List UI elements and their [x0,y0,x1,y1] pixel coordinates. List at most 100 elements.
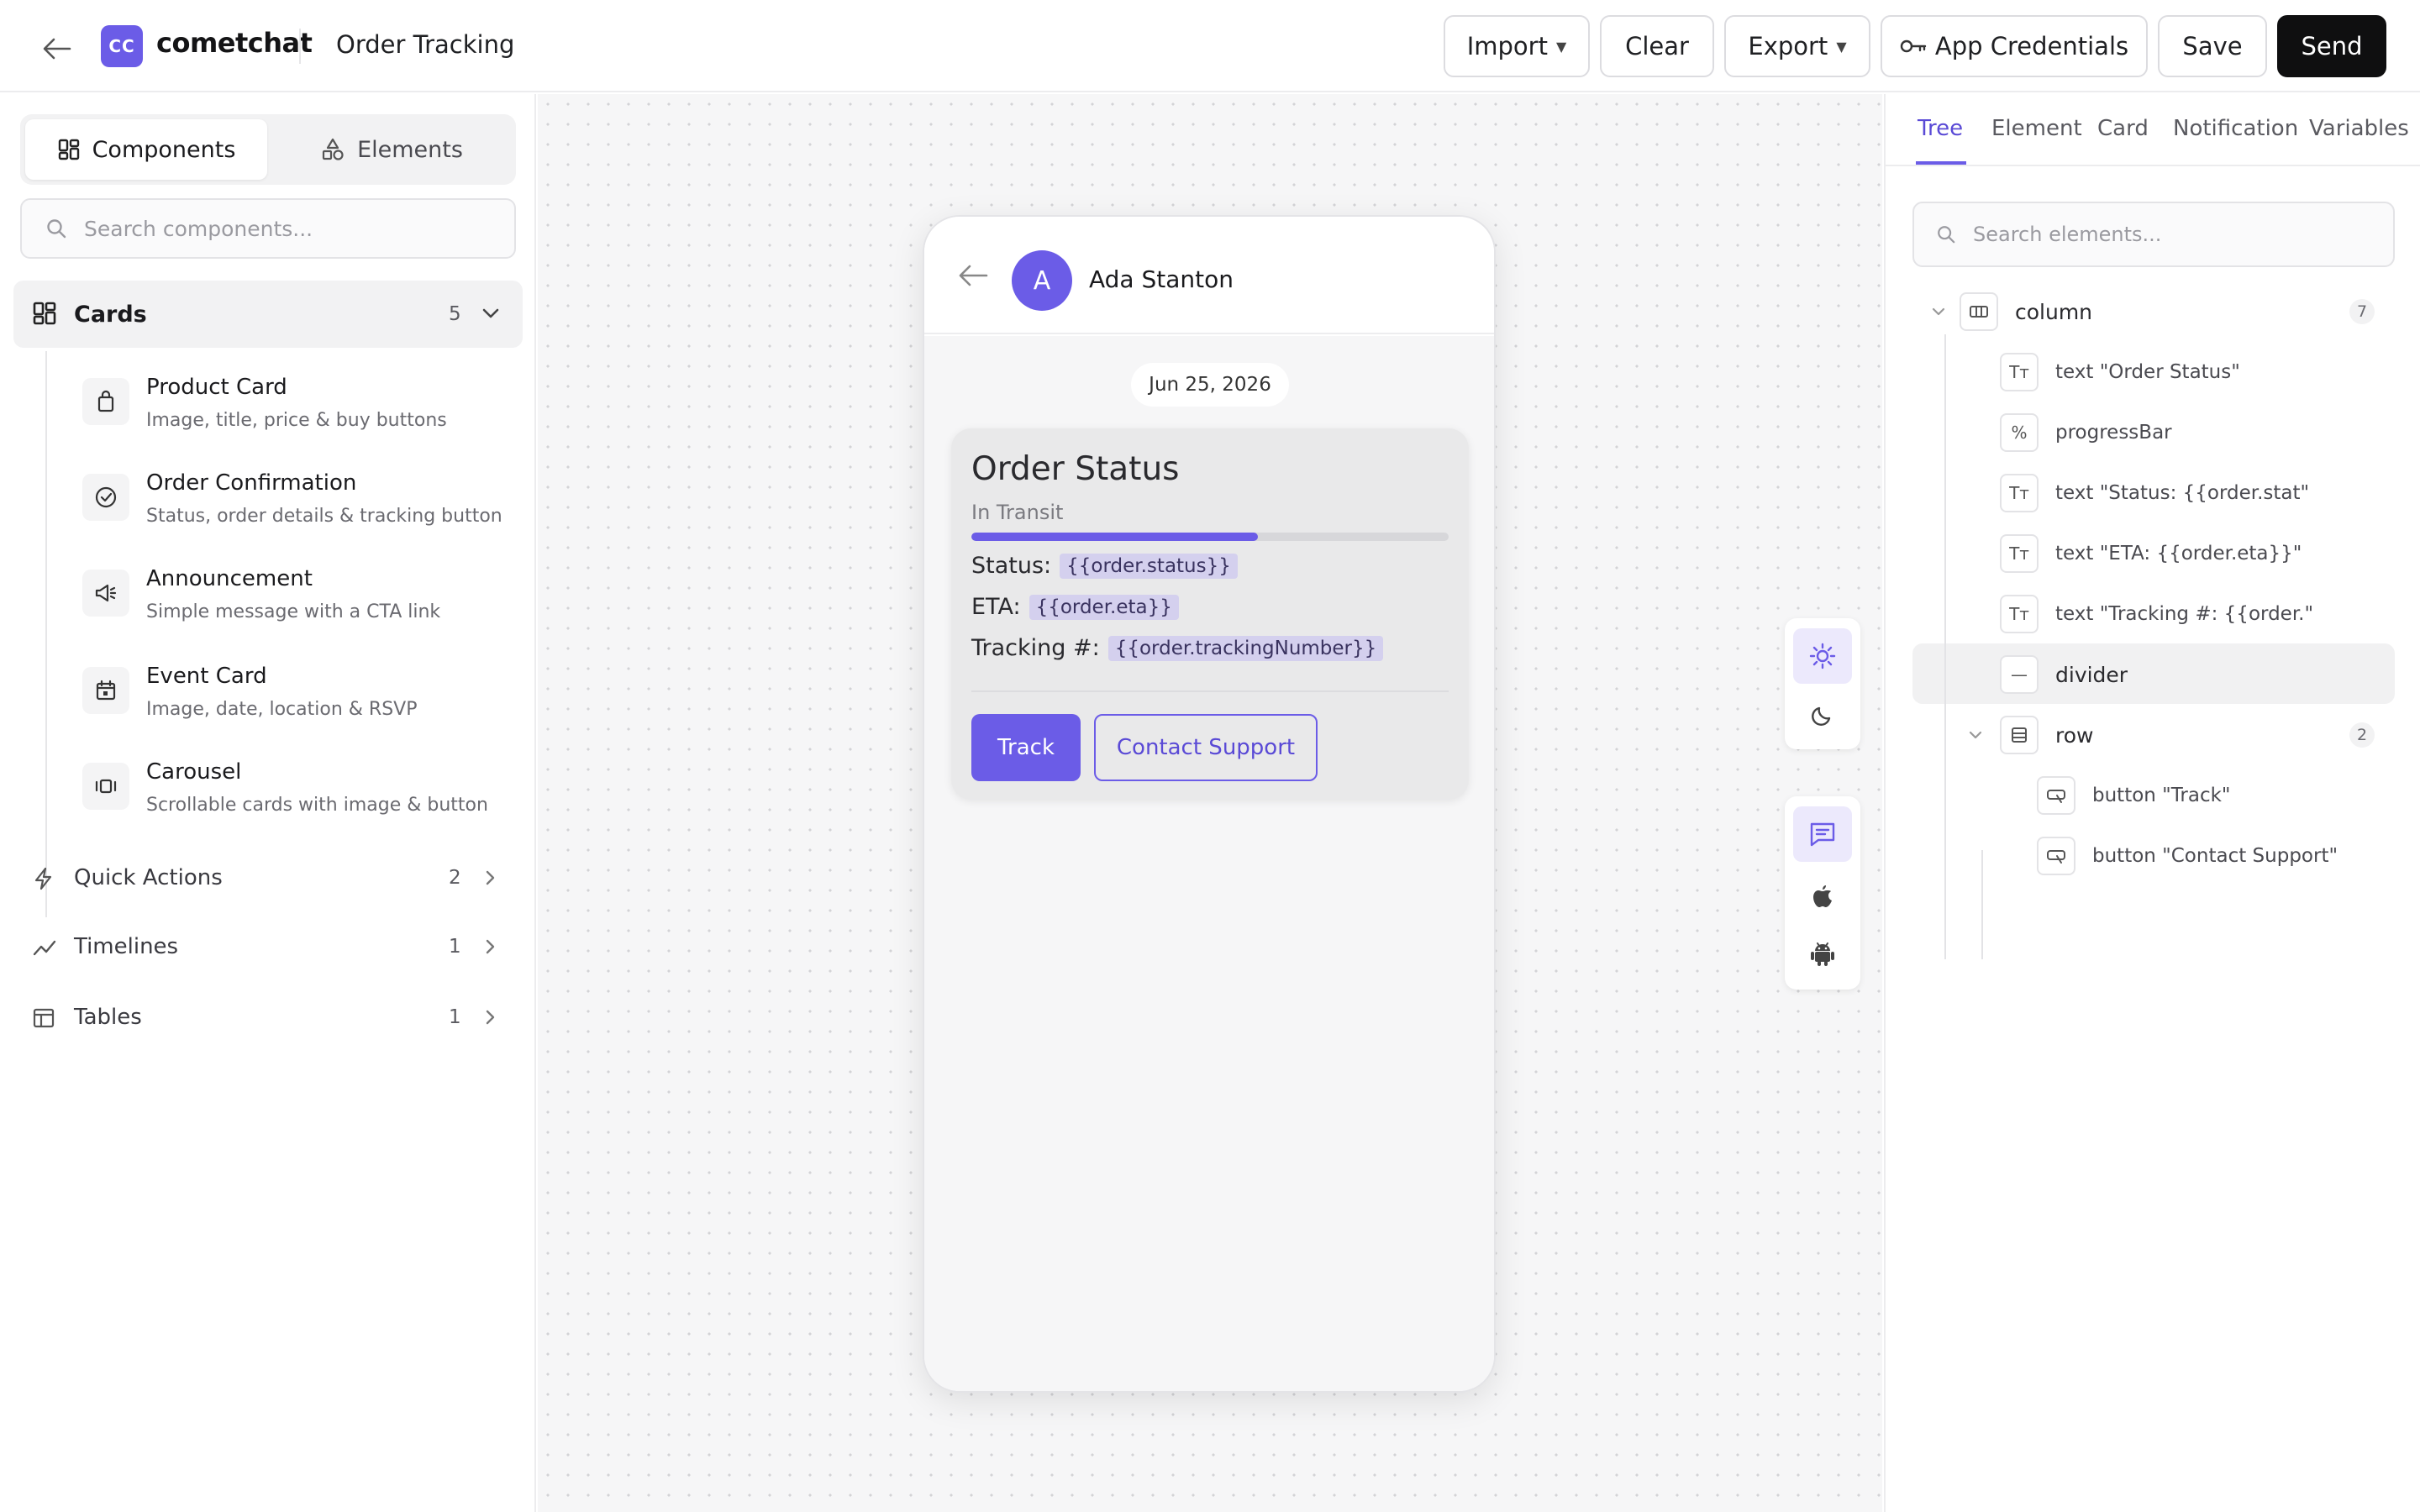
key-icon [1900,39,1927,53]
track-button[interactable]: Track [971,714,1081,781]
columns-icon [1960,292,1998,331]
app-credentials-button[interactable]: App Credentials [1881,15,2148,77]
tree-node-column[interactable]: column [1929,286,2092,338]
tree-node-label: text "Order Status" [2055,361,2240,383]
tab-components[interactable]: Components [25,119,267,180]
tree-node-label: text "Tracking #: {{order." [2055,603,2314,625]
component-announcement[interactable]: Announcement Simple message with a CTA l… [79,559,524,647]
theme-toolbar [1785,618,1860,749]
category-cards-label: Cards [74,301,147,328]
chat-back-button[interactable] [958,264,988,291]
tree-node-label: progressBar [2055,422,2172,444]
tab-elements[interactable]: Elements [271,119,513,180]
back-button[interactable] [37,29,77,69]
tree-node-text-status[interactable]: Tт text "Status: {{order.stat" [2000,467,2309,519]
component-desc: Simple message with a CTA link [146,601,441,622]
component-order-confirmation[interactable]: Order Confirmation Status, order details… [79,464,524,551]
tab-variables[interactable]: Variables [2309,116,2409,141]
cards-tree-line [45,351,47,917]
apple-icon [1813,885,1832,907]
trend-line-icon [33,940,56,956]
element-search-input[interactable] [1973,223,2376,246]
tree-node-label: button "Track" [2092,785,2231,806]
search-icon [47,219,66,239]
category-timelines[interactable]: Timelines 1 [13,917,523,976]
tab-notification[interactable]: Notification [2173,116,2298,141]
category-label: Quick Actions [74,865,223,890]
chevron-right-icon [486,1010,495,1025]
text-type-icon: Tт [2000,474,2039,512]
tree-node-text-eta[interactable]: Tт text "ETA: {{order.eta}}" [2000,528,2302,580]
search-icon [1938,226,1955,244]
component-title: Order Confirmation [146,470,357,496]
component-title: Event Card [146,664,267,689]
tree-node-label: text "Status: {{order.stat" [2055,482,2310,504]
page-title: Order Tracking [336,30,515,59]
tree-node-text-order-status[interactable]: Tт text "Order Status" [2000,346,2240,398]
tree-node-row[interactable]: row [1966,709,2093,761]
component-search-input[interactable] [84,216,487,241]
text-type-icon: Tт [2000,595,2039,633]
shapes-icon [322,138,344,160]
tab-card[interactable]: Card [2097,116,2149,141]
column-child-count: 7 [2349,299,2375,324]
contact-support-button[interactable]: Contact Support [1094,714,1318,781]
shopping-bag-icon [82,378,129,425]
calendar-icon [82,667,129,714]
components-panel: Components Elements Cards 5 Product Card… [0,94,536,1512]
tab-tree[interactable]: Tree [1918,116,1963,141]
tree-node-label: column [2015,299,2093,324]
category-count: 2 [449,867,461,889]
chat-header: A Ada Stanton [924,217,1494,334]
text-type-icon: Tт [2000,353,2039,391]
dark-mode-button[interactable] [1793,687,1852,743]
ios-platform-button[interactable] [1793,869,1852,924]
export-label: Export [1748,32,1828,60]
android-platform-button[interactable] [1793,926,1852,981]
save-button[interactable]: Save [2158,15,2267,77]
card-divider [971,690,1449,692]
web-platform-button[interactable] [1793,806,1852,862]
caret-down-icon: ▼ [1836,38,1847,55]
tree-node-button-support[interactable]: button "Contact Support" [2037,830,2338,882]
clear-label: Clear [1625,32,1689,60]
light-mode-button[interactable] [1793,628,1852,684]
arrow-left-icon [43,38,71,60]
brand-name: cometchat [156,27,313,59]
save-label: Save [2182,32,2243,60]
tree-node-divider[interactable]: — divider [2000,648,2128,701]
order-status-card[interactable]: Order Status In Transit Status: {{order.… [951,428,1469,800]
status-variable: {{order.status}} [1060,553,1238,579]
category-tables[interactable]: Tables 1 [13,988,523,1047]
chat-message-icon [1810,822,1835,847]
chevron-right-icon [486,939,495,954]
lightning-icon [34,867,52,890]
export-button[interactable]: Export ▼ [1724,15,1870,77]
tab-element[interactable]: Element [1991,116,2082,141]
category-cards[interactable]: Cards 5 [13,281,523,348]
tree-node-text-tracking[interactable]: Tт text "Tracking #: {{order." [2000,588,2313,640]
button-cursor-icon [2037,776,2075,815]
component-event-card[interactable]: Event Card Image, date, location & RSVP [79,657,524,744]
component-carousel[interactable]: Carousel Scrollable cards with image & b… [79,753,524,840]
category-quick-actions[interactable]: Quick Actions 2 [13,848,523,907]
category-label: Timelines [74,934,179,959]
tree-guide-line [1944,334,1946,959]
tree-node-label: row [2055,722,2094,748]
status-row: Status: {{order.status}} [971,553,1238,579]
clear-button[interactable]: Clear [1600,15,1714,77]
percent-icon: % [2000,413,2039,452]
component-product-card[interactable]: Product Card Image, title, price & buy b… [79,368,524,455]
eta-row: ETA: {{order.eta}} [971,594,1179,620]
cometchat-logo: CC [101,25,143,67]
send-button[interactable]: Send [2277,15,2386,77]
tree-node-button-track[interactable]: button "Track" [2037,769,2231,822]
import-button[interactable]: Import ▼ [1444,15,1590,77]
element-search [1912,202,2395,267]
contact-name: Ada Stanton [1089,265,1234,293]
cards-grid-icon [33,302,56,325]
tab-elements-label: Elements [357,136,463,163]
tree-node-progressbar[interactable]: % progressBar [2000,407,2172,459]
components-grid-icon [58,139,79,160]
component-search [20,198,516,259]
